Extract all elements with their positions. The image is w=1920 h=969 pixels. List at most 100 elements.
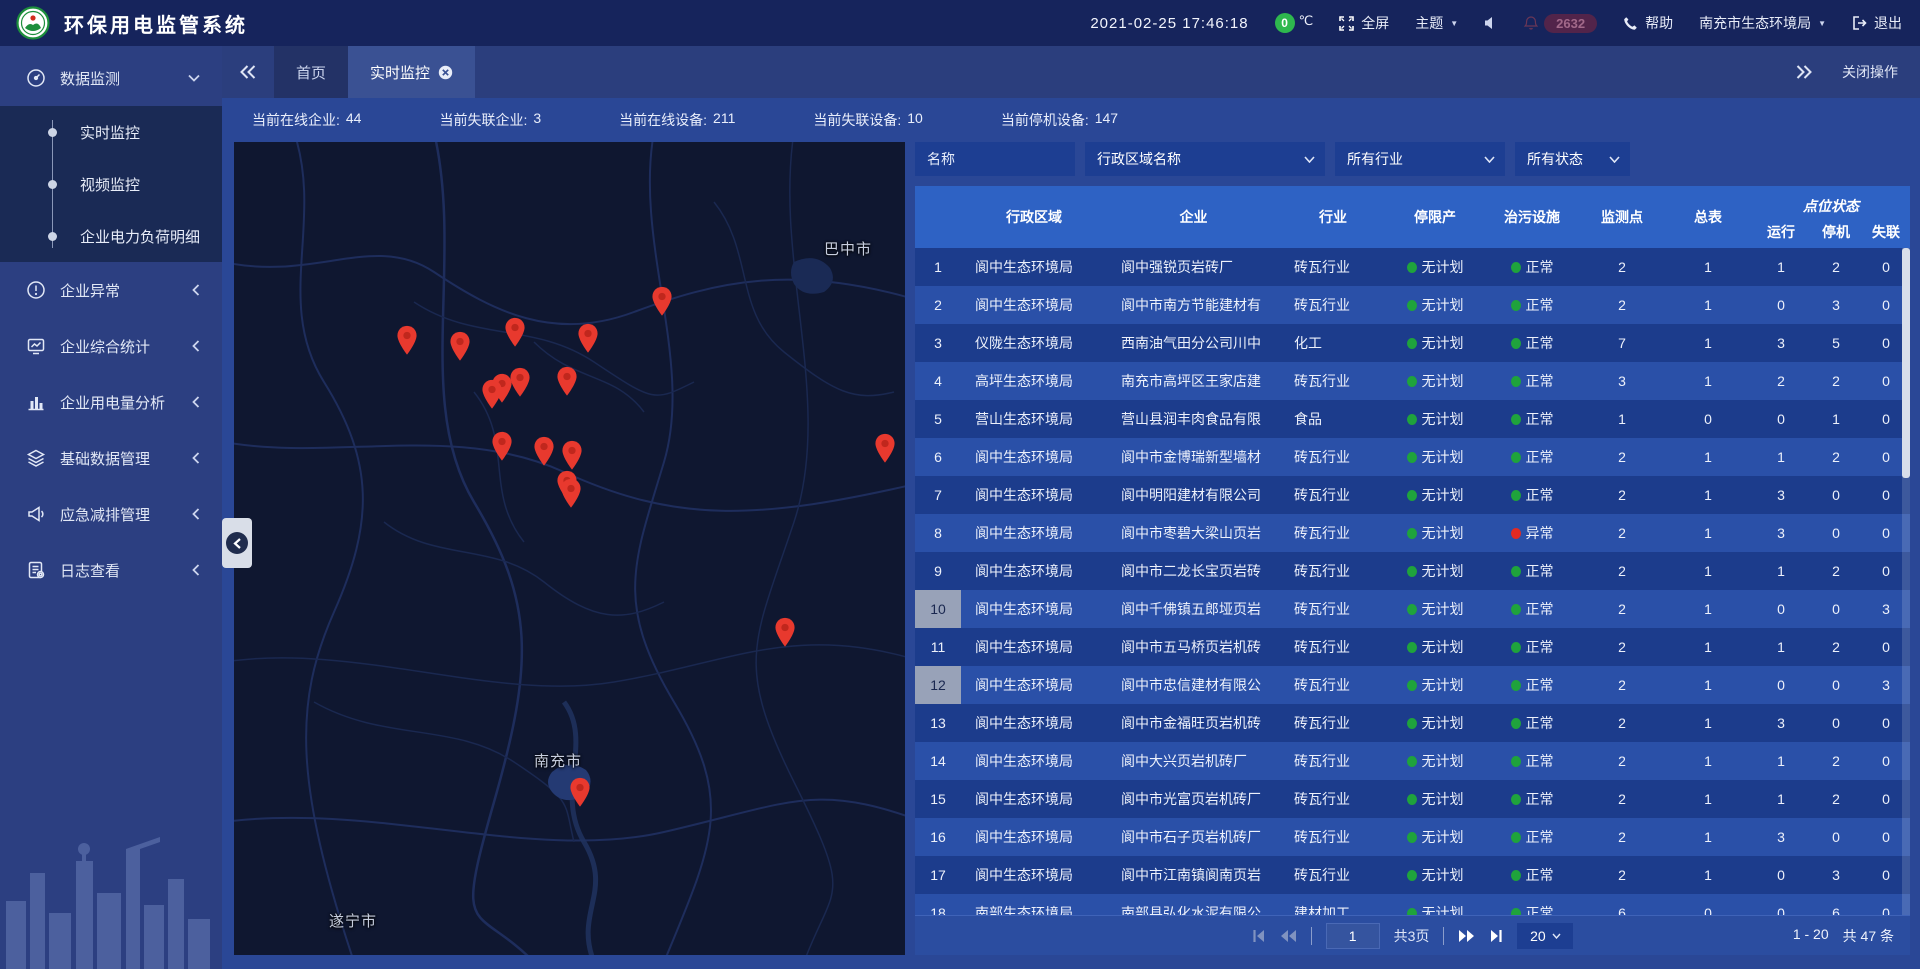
temperature-unit: ℃ <box>1299 13 1314 29</box>
table-row[interactable]: 14阆中生态环境局阆中大兴页岩机砖厂砖瓦行业无计划正常21120 <box>915 742 1910 780</box>
sidebar-item-2[interactable]: 企业综合统计 <box>0 318 222 374</box>
sidebar-item-5[interactable]: 应急减排管理 <box>0 486 222 542</box>
sidebar-item-label: 企业综合统计 <box>60 336 150 357</box>
map-pin-icon[interactable] <box>504 317 526 348</box>
table-row[interactable]: 12阆中生态环境局阆中市忠信建材有限公砖瓦行业无计划正常21003 <box>915 666 1910 704</box>
table-row[interactable]: 8阆中生态环境局阆中市枣碧大梁山页岩砖瓦行业无计划异常21300 <box>915 514 1910 552</box>
theme-dropdown[interactable]: 主题▼ <box>1415 13 1458 33</box>
cell-industry: 砖瓦行业 <box>1280 599 1386 619</box>
map-panel[interactable]: 巴中市南充市遂宁市 <box>234 142 905 955</box>
cell-total-meter: 1 <box>1664 297 1752 313</box>
cell-production-limit: 无计划 <box>1386 257 1484 277</box>
close-operations-button[interactable]: 关闭操作 <box>1842 62 1898 82</box>
map-pin-icon[interactable] <box>509 367 531 398</box>
map-pin-icon[interactable] <box>569 777 591 808</box>
sidebar-item-1[interactable]: 企业异常 <box>0 262 222 318</box>
table-row[interactable]: 13阆中生态环境局阆中市金福旺页岩机砖砖瓦行业无计划正常21300 <box>915 704 1910 742</box>
table-row[interactable]: 6阆中生态环境局阆中市金博瑞新型墙材砖瓦行业无计划正常21120 <box>915 438 1910 476</box>
cell-company: 阆中市五马桥页岩机砖 <box>1107 637 1280 657</box>
sidebar-item-4[interactable]: 基础数据管理 <box>0 430 222 486</box>
sidebar-subitem-1[interactable]: 视频监控 <box>0 158 222 210</box>
table-row[interactable]: 16阆中生态环境局阆中市石子页岩机砖厂砖瓦行业无计划正常21300 <box>915 818 1910 856</box>
sidebar-item-6[interactable]: 日志查看 <box>0 542 222 598</box>
table-row[interactable]: 3仪陇生态环境局西南油气田分公司川中化工无计划正常71350 <box>915 324 1910 362</box>
sidebar-item-3[interactable]: 企业用电量分析 <box>0 374 222 430</box>
stat-value: 3 <box>533 110 541 130</box>
fullscreen-icon <box>1339 16 1354 31</box>
megaphone-icon <box>26 504 46 524</box>
table-row[interactable]: 10阆中生态环境局阆中千佛镇五郎垭页岩砖瓦行业无计划正常21003 <box>915 590 1910 628</box>
sidebar-subitem-0[interactable]: 实时监控 <box>0 106 222 158</box>
exit-button[interactable]: 退出 <box>1852 13 1902 33</box>
notification-area[interactable]: 2632 <box>1524 14 1597 33</box>
status-filter-select[interactable]: 所有状态 <box>1515 142 1630 176</box>
last-page-button[interactable] <box>1489 929 1503 943</box>
table-row[interactable]: 17阆中生态环境局阆中市江南镇阆南页岩砖瓦行业无计划正常21030 <box>915 856 1910 894</box>
scrollbar-thumb[interactable] <box>1902 248 1910 478</box>
sidebar-item-0[interactable]: 数据监测 <box>0 50 222 106</box>
cell-monitor-points: 3 <box>1580 373 1664 389</box>
map-pin-icon[interactable] <box>560 478 582 509</box>
cell-industry: 砖瓦行业 <box>1280 637 1386 657</box>
chevron-down-icon <box>1552 933 1561 939</box>
table-row[interactable]: 4高坪生态环境局南充市高坪区王家店建砖瓦行业无计划正常31220 <box>915 362 1910 400</box>
next-page-icon <box>1458 929 1475 943</box>
status-dot-green <box>1511 642 1521 653</box>
cell-total-meter: 1 <box>1664 753 1752 769</box>
table-row[interactable]: 9阆中生态环境局阆中市二龙长宝页岩砖砖瓦行业无计划正常21120 <box>915 552 1910 590</box>
industry-filter-select[interactable]: 所有行业 <box>1335 142 1505 176</box>
map-pin-icon[interactable] <box>651 286 673 317</box>
map-pin-icon[interactable] <box>449 331 471 362</box>
name-filter-input[interactable] <box>915 142 1075 176</box>
map-pin-icon[interactable] <box>396 325 418 356</box>
next-page-button[interactable] <box>1458 929 1475 943</box>
map-collapse-handle[interactable] <box>222 518 252 568</box>
row-index: 13 <box>915 704 961 742</box>
sidebar-subitem-2[interactable]: 企业电力负荷明细 <box>0 210 222 262</box>
map-pin-icon[interactable] <box>561 440 583 471</box>
map-pin-icon[interactable] <box>556 366 578 397</box>
map-pin-icon[interactable] <box>774 617 796 648</box>
enterprise-table-panel: 行政区域名称 所有行业 所有状态 <box>915 142 1910 955</box>
table-row[interactable]: 2阆中生态环境局阆中市南方节能建材有砖瓦行业无计划正常21030 <box>915 286 1910 324</box>
prev-page-button[interactable] <box>1280 929 1297 943</box>
cell-total-meter: 1 <box>1664 335 1752 351</box>
tab-home[interactable]: 首页 <box>274 46 348 98</box>
bullet-icon <box>48 128 57 137</box>
cell-production-limit: 无计划 <box>1386 865 1484 885</box>
cell-company: 阆中大兴页岩机砖厂 <box>1107 751 1280 771</box>
cell-production-limit: 无计划 <box>1386 447 1484 467</box>
table-scrollbar[interactable] <box>1902 248 1910 915</box>
first-page-button[interactable] <box>1252 929 1266 943</box>
row-index: 16 <box>915 818 961 856</box>
table-row[interactable]: 1阆中生态环境局阆中强锐页岩砖厂砖瓦行业无计划正常21120 <box>915 248 1910 286</box>
cell-total-meter: 1 <box>1664 829 1752 845</box>
page-size-select[interactable]: 20 <box>1517 923 1573 949</box>
user-dropdown[interactable]: 南充市生态环境局▼ <box>1699 13 1826 33</box>
cell-region: 阆中生态环境局 <box>961 447 1107 467</box>
mute-button[interactable] <box>1484 16 1498 30</box>
table-row[interactable]: 18南部生态环境局南部县弘化水泥有限公建材加工无计划正常60060 <box>915 894 1910 915</box>
help-button[interactable]: 帮助 <box>1623 13 1673 33</box>
map-pin-icon[interactable] <box>481 379 503 410</box>
table-row[interactable]: 11阆中生态环境局阆中市五马桥页岩机砖砖瓦行业无计划正常21120 <box>915 628 1910 666</box>
table-row[interactable]: 7阆中生态环境局阆中明阳建材有限公司砖瓦行业无计划正常21300 <box>915 476 1910 514</box>
table-row[interactable]: 5营山生态环境局营山县润丰肉食品有限食品无计划正常10010 <box>915 400 1910 438</box>
fullscreen-button[interactable]: 全屏 <box>1339 13 1389 33</box>
map-pin-icon[interactable] <box>577 323 599 354</box>
cell-production-limit: 无计划 <box>1386 409 1484 429</box>
page-number-input[interactable] <box>1326 923 1380 949</box>
table-row[interactable]: 15阆中生态环境局阆中市光富页岩机砖厂砖瓦行业无计划正常21120 <box>915 780 1910 818</box>
status-dot-green <box>1407 604 1417 615</box>
cell-total-meter: 0 <box>1664 905 1752 915</box>
map-pin-icon[interactable] <box>874 433 896 464</box>
region-filter-select[interactable]: 行政区域名称 <box>1085 142 1325 176</box>
tabs-scroll-left-button[interactable] <box>222 46 274 98</box>
close-tab-icon[interactable] <box>438 65 453 80</box>
map-pin-icon[interactable] <box>533 436 555 467</box>
double-chevron-right-icon[interactable] <box>1796 65 1812 79</box>
tab-realtime-monitor[interactable]: 实时监控 <box>348 46 475 98</box>
alert-icon <box>26 280 46 300</box>
stat-label: 当前停机设备: <box>1001 110 1089 130</box>
map-pin-icon[interactable] <box>491 431 513 462</box>
